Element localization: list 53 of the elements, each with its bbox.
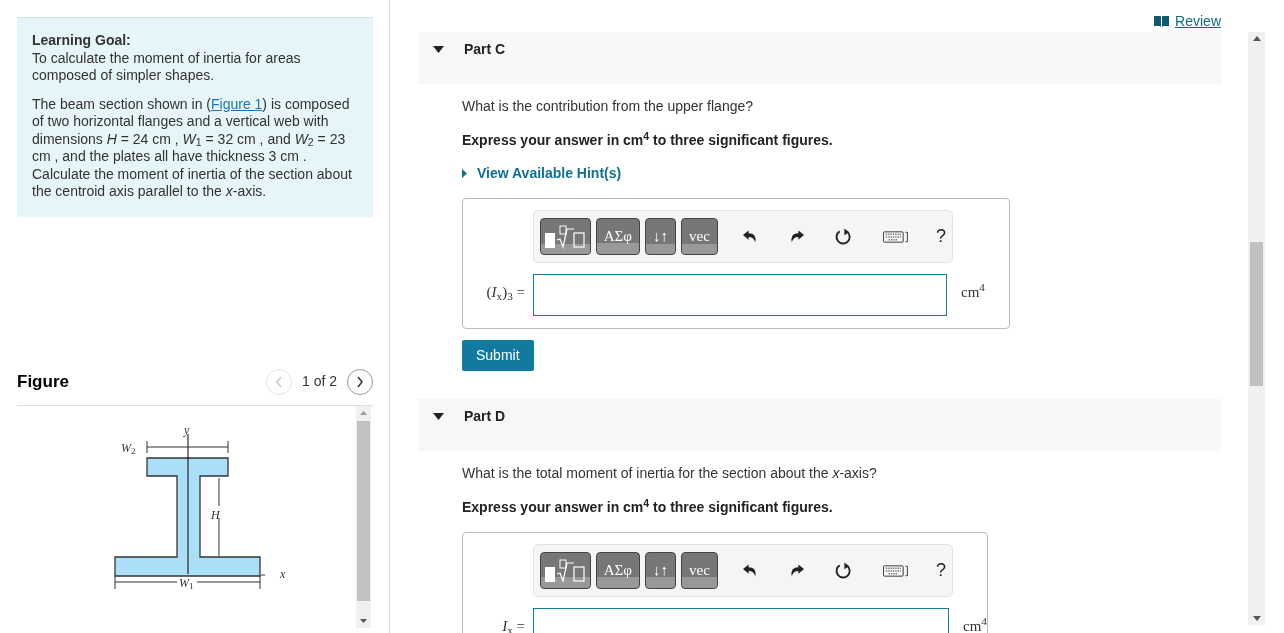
keyboard-icon[interactable] <box>882 564 909 577</box>
chevron-right-icon <box>356 375 364 388</box>
collapse-icon <box>433 46 444 53</box>
dimension-label: W$_{2}$ <box>121 441 136 454</box>
templates-button[interactable] <box>540 552 591 589</box>
help-button[interactable]: ? <box>935 223 946 250</box>
symbol-button[interactable]: ΑΣφ <box>595 218 640 255</box>
scroll-up-icon[interactable] <box>1252 36 1261 41</box>
instruction-text: Express your answer in cm$^{4}$ to three significant figures. <box>462 497 834 517</box>
question-text: What is the total moment of inertia for the section about the x-axis? <box>462 464 878 483</box>
chevron-left-icon <box>274 375 283 388</box>
fraction-root-icon <box>543 558 588 583</box>
expand-icon <box>462 169 467 178</box>
axis-label: y <box>184 423 190 436</box>
dimension-label: W$_{1}$ <box>179 576 194 589</box>
question-text: What is the contribution from the upper flange? <box>462 97 755 116</box>
symbol-button[interactable]: ΑΣφ <box>595 552 640 589</box>
dimension-label: H <box>211 508 220 521</box>
scrollbar[interactable] <box>1248 32 1265 625</box>
axis-label: x <box>280 567 286 580</box>
help-button[interactable]: ? <box>935 557 946 584</box>
scroll-down-icon[interactable] <box>1252 616 1261 621</box>
keyboard-icon[interactable] <box>882 230 909 243</box>
scroll-thumb[interactable] <box>357 420 370 601</box>
answer-label: (I$_{x}$)$_{3}$ = <box>485 283 526 302</box>
goal-title: Learning Goal: <box>32 32 132 50</box>
instruction-text: Express your answer in cm$^{4}$ to three significant figures. <box>462 130 834 150</box>
part-toggle[interactable]: Part C <box>418 38 506 60</box>
submit-button[interactable]: Submit <box>462 340 534 371</box>
reset-icon[interactable] <box>834 561 852 580</box>
reset-icon[interactable] <box>834 227 852 246</box>
symbol-button[interactable]: vec <box>681 218 718 255</box>
beam-description: The beam section shown in (Figure 1) is composed of two horizontal flanges and a vertical web with dimensions H = 24 cm , W$_{1}$ = 32 cm , and W$_{2}$ = 23 cm , and the plates all have thickness 3 cm . Calculate the moment of inertia of the section about the centroid axis parallel to the x-axis. <box>32 95 353 201</box>
symbol-button[interactable]: ↓↑ <box>645 218 676 255</box>
part-toggle[interactable]: Part D <box>418 405 506 427</box>
collapse-icon <box>433 413 444 420</box>
templates-button[interactable] <box>540 218 591 255</box>
page-indicator: 1 of 2 <box>301 372 337 391</box>
review-link[interactable]: Review <box>1154 10 1221 32</box>
symbol-button[interactable]: vec <box>681 552 718 589</box>
symbol-button[interactable]: ↓↑ <box>645 552 676 589</box>
answer-field[interactable] <box>533 274 947 316</box>
unit-label: cm$^{4}$ <box>963 614 987 633</box>
scroll-thumb[interactable] <box>1250 242 1263 386</box>
answer-label: I$_{x}$ = <box>501 617 526 633</box>
fraction-root-icon <box>543 224 588 249</box>
figure-scrollbar[interactable] <box>356 405 371 628</box>
scroll-down-icon[interactable] <box>360 618 367 623</box>
hints-toggle[interactable]: View Available Hint(s) <box>462 163 622 184</box>
book-icon <box>1154 15 1170 27</box>
goal-text: To calculate the moment of inertia for areas composed of simpler shapes. <box>32 49 302 85</box>
figure-title: Figure <box>17 370 69 393</box>
unit-label: cm$^{4}$ <box>961 280 985 302</box>
